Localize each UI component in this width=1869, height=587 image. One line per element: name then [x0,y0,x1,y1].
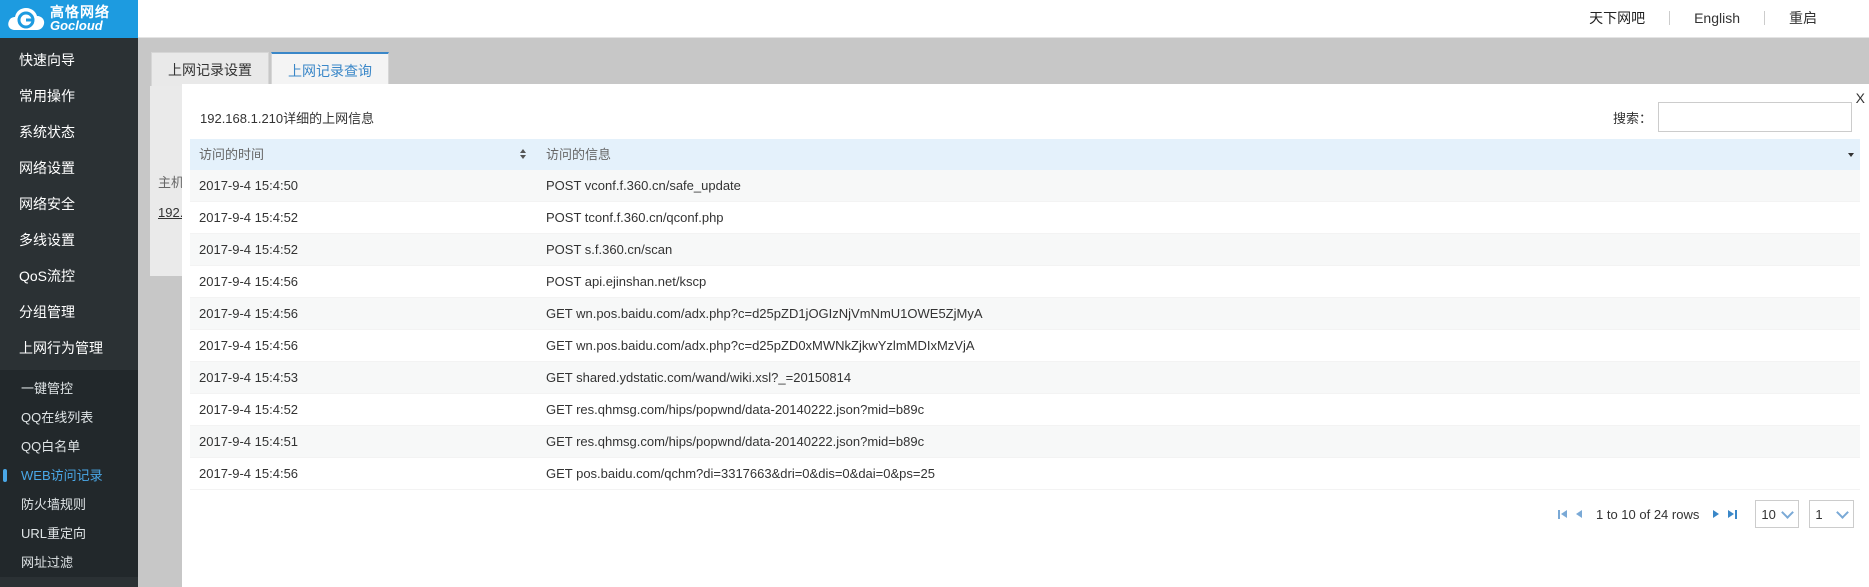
cell-time: 2017-9-4 15:4:52 [199,210,299,225]
background-host-link[interactable]: 192. [158,205,183,220]
top-link-reboot[interactable]: 重启 [1765,8,1841,28]
table-row[interactable]: 2017-9-4 15:4:52 GET res.qhmsg.com/hips/p… [190,394,1860,426]
cell-time: 2017-9-4 15:4:56 [199,466,299,481]
search-label: 搜索： [1613,111,1653,126]
sidebar-sub-firewall[interactable]: 防火墙规则 [0,490,138,519]
cell-info: GET res.qhmsg.com/hips/popwnd/data-20140… [546,402,925,417]
brand-name-cn: 高恪网络 [50,4,110,20]
sidebar-item-qos[interactable]: QoS流控 [0,258,138,294]
cell-info: POST api.ejinshan.net/kscp [546,274,707,289]
cell-time: 2017-9-4 15:4:56 [199,306,299,321]
column-header-time-label: 访问的时间 [199,147,265,162]
sidebar-item-quick-guide[interactable]: 快速向导 [0,42,138,78]
next-page-icon[interactable] [1709,507,1723,521]
tab-bar: 上网记录设置 上网记录查询 [151,52,391,86]
chevron-down-icon [1781,506,1795,519]
cell-info: GET res.qhmsg.com/hips/popwnd/data-20140… [546,434,925,449]
cell-info: POST s.f.360.cn/scan [546,242,673,257]
first-page-icon[interactable] [1556,507,1570,521]
table-row[interactable]: 2017-9-4 15:4:51 GET res.qhmsg.com/hips/p… [190,426,1860,458]
pagination-info: 1 to 10 of 24 rows [1596,506,1700,522]
sidebar: 快速向导 常用操作 系统状态 网络设置 网络安全 多线设置 QoS流控 分组管理… [0,38,138,587]
column-header-info[interactable]: 访问的信息 [534,139,1860,170]
modal-title: 192.168.1.210详细的上网信息 [200,111,375,126]
sidebar-item-multiline[interactable]: 多线设置 [0,222,138,258]
detail-modal: X 192.168.1.210详细的上网信息 搜索： 访问的时间 访问的信息 2… [182,84,1869,587]
sidebar-sub-url-redirect[interactable]: URL重定向 [0,519,138,548]
top-links: 天下网吧 English 重启 [1565,0,1841,36]
sidebar-sub-url-filter[interactable]: 网址过滤 [0,548,138,577]
sidebar-item-group-mgmt[interactable]: 分组管理 [0,294,138,330]
cell-time: 2017-9-4 15:4:50 [199,178,299,193]
sidebar-item-behavior-mgmt[interactable]: 上网行为管理 [0,330,138,366]
tab-log-query[interactable]: 上网记录查询 [271,52,389,86]
sidebar-sub-qq-online[interactable]: QQ在线列表 [0,403,138,432]
cell-info: GET wn.pos.baidu.com/adx.php?c=d25pZD1jO… [546,306,983,321]
brand-name-en: Gocloud [50,18,103,33]
page-size-select[interactable]: 10 [1755,500,1800,528]
prev-page-icon[interactable] [1572,507,1586,521]
close-icon[interactable]: X [1856,90,1865,106]
cloud-logo-icon [8,8,45,30]
brand-logo[interactable]: 高恪网络 Gocloud [0,0,138,38]
table-row[interactable]: 2017-9-4 15:4:56 GET pos.baidu.com/qchm?d… [190,458,1860,490]
last-page-icon[interactable] [1725,507,1739,521]
sidebar-sub-web-log[interactable]: WEB访问记录 [0,461,138,490]
pagination: 1 to 10 of 24 rows 10 1 [1556,500,1855,528]
chevron-down-icon [1836,506,1850,519]
page-size-value: 10 [1761,506,1776,522]
cell-info: GET shared.ydstatic.com/wand/wiki.xsl?_=… [546,370,852,385]
sidebar-item-network-settings[interactable]: 网络设置 [0,150,138,186]
table-row[interactable]: 2017-9-4 15:4:56 POST api.ejinshan.net/ks… [190,266,1860,298]
background-column-label: 主机 [158,175,185,190]
table-body: 2017-9-4 15:4:50 POST vconf.f.360.cn/safe… [190,170,1860,490]
cell-time: 2017-9-4 15:4:53 [199,370,299,385]
cell-time: 2017-9-4 15:4:56 [199,338,299,353]
page-number-value: 1 [1815,506,1823,522]
sidebar-item-common-ops[interactable]: 常用操作 [0,78,138,114]
table-row[interactable]: 2017-9-4 15:4:56 GET wn.pos.baidu.com/adx… [190,298,1860,330]
table-row[interactable]: 2017-9-4 15:4:52 POST tconf.f.360.cn/qcon… [190,202,1860,234]
sidebar-sub-one-click[interactable]: 一键管控 [0,374,138,403]
cell-time: 2017-9-4 15:4:52 [199,402,299,417]
sidebar-submenu: 一键管控 QQ在线列表 QQ白名单 WEB访问记录 防火墙规则 URL重定向 网… [0,370,138,577]
top-bar: 高恪网络 Gocloud 天下网吧 English 重启 [0,0,1869,38]
tab-log-settings[interactable]: 上网记录设置 [151,52,269,86]
cell-info: GET pos.baidu.com/qchm?di=3317663&dri=0&… [546,466,935,481]
table-row[interactable]: 2017-9-4 15:4:50 POST vconf.f.360.cn/safe… [190,170,1860,202]
sidebar-sub-qq-whitelist[interactable]: QQ白名单 [0,432,138,461]
sidebar-main-menu: 快速向导 常用操作 系统状态 网络设置 网络安全 多线设置 QoS流控 分组管理… [0,38,138,366]
column-header-info-label: 访问的信息 [546,147,612,162]
top-link-netbar[interactable]: 天下网吧 [1565,8,1669,28]
cell-info: POST tconf.f.360.cn/qconf.php [546,210,724,225]
cell-time: 2017-9-4 15:4:51 [199,434,299,449]
cell-time: 2017-9-4 15:4:52 [199,242,299,257]
top-link-english[interactable]: English [1670,10,1764,26]
sort-icon[interactable] [520,149,526,160]
table-row[interactable]: 2017-9-4 15:4:52 POST s.f.360.cn/scan [190,234,1860,266]
sidebar-item-network-security[interactable]: 网络安全 [0,186,138,222]
cell-info: GET wn.pos.baidu.com/adx.php?c=d25pZD0xM… [546,338,975,353]
caret-down-icon[interactable] [1848,153,1854,157]
sidebar-item-system-status[interactable]: 系统状态 [0,114,138,150]
page-number-select[interactable]: 1 [1809,500,1855,528]
table-row[interactable]: 2017-9-4 15:4:56 GET wn.pos.baidu.com/adx… [190,330,1860,362]
column-header-time[interactable]: 访问的时间 [190,139,534,170]
table-row[interactable]: 2017-9-4 15:4:53 GET shared.ydstatic.com/… [190,362,1860,394]
cell-time: 2017-9-4 15:4:56 [199,274,299,289]
cell-info: POST vconf.f.360.cn/safe_update [546,178,741,193]
search-input[interactable] [1658,102,1852,132]
records-table: 访问的时间 访问的信息 2017-9-4 15:4:50 POST vconf.f… [190,139,1860,490]
table-header: 访问的时间 访问的信息 [190,139,1860,170]
